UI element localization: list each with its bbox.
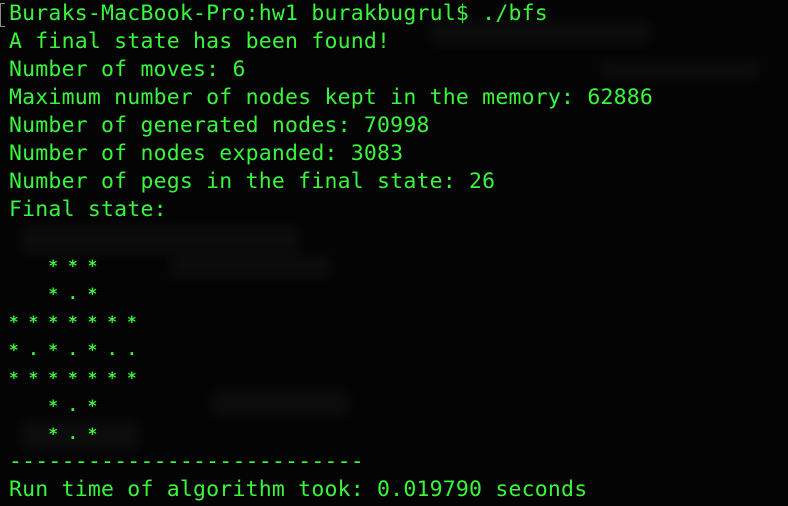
board-row: * . * (9, 424, 98, 443)
output-line: Number of pegs in the final state: 26 (9, 169, 496, 194)
board-row: * . * (9, 396, 98, 415)
board-row: * * * * * * * (9, 368, 137, 387)
separator-line: --------------------------- (9, 449, 364, 474)
output-line: Number of generated nodes: 70998 (9, 113, 430, 138)
board-row: * . * . * . . (9, 340, 137, 359)
prompt-line: Buraks-MacBook-Pro:hw1 burakbugrul$ ./bf… (9, 1, 548, 26)
terminal-window[interactable]: Buraks-MacBook-Pro:hw1 burakbugrul$ ./bf… (0, 0, 788, 506)
terminal-output: Buraks-MacBook-Pro:hw1 burakbugrul$ ./bf… (9, 0, 653, 504)
output-line: Number of nodes expanded: 3083 (9, 141, 404, 166)
board-row: * * * (9, 256, 98, 275)
prompt-mark-bracket (0, 3, 5, 27)
runtime-line: Run time of algorithm took: 0.019790 sec… (9, 477, 588, 502)
board-row: * . * (9, 284, 98, 303)
output-line: Final state: (9, 197, 167, 222)
board-row: * * * * * * * (9, 312, 137, 331)
output-line: Number of moves: 6 (9, 57, 246, 82)
board-row (9, 224, 653, 252)
output-line: A final state has been found! (9, 29, 391, 54)
output-line: Maximum number of nodes kept in the memo… (9, 85, 654, 110)
